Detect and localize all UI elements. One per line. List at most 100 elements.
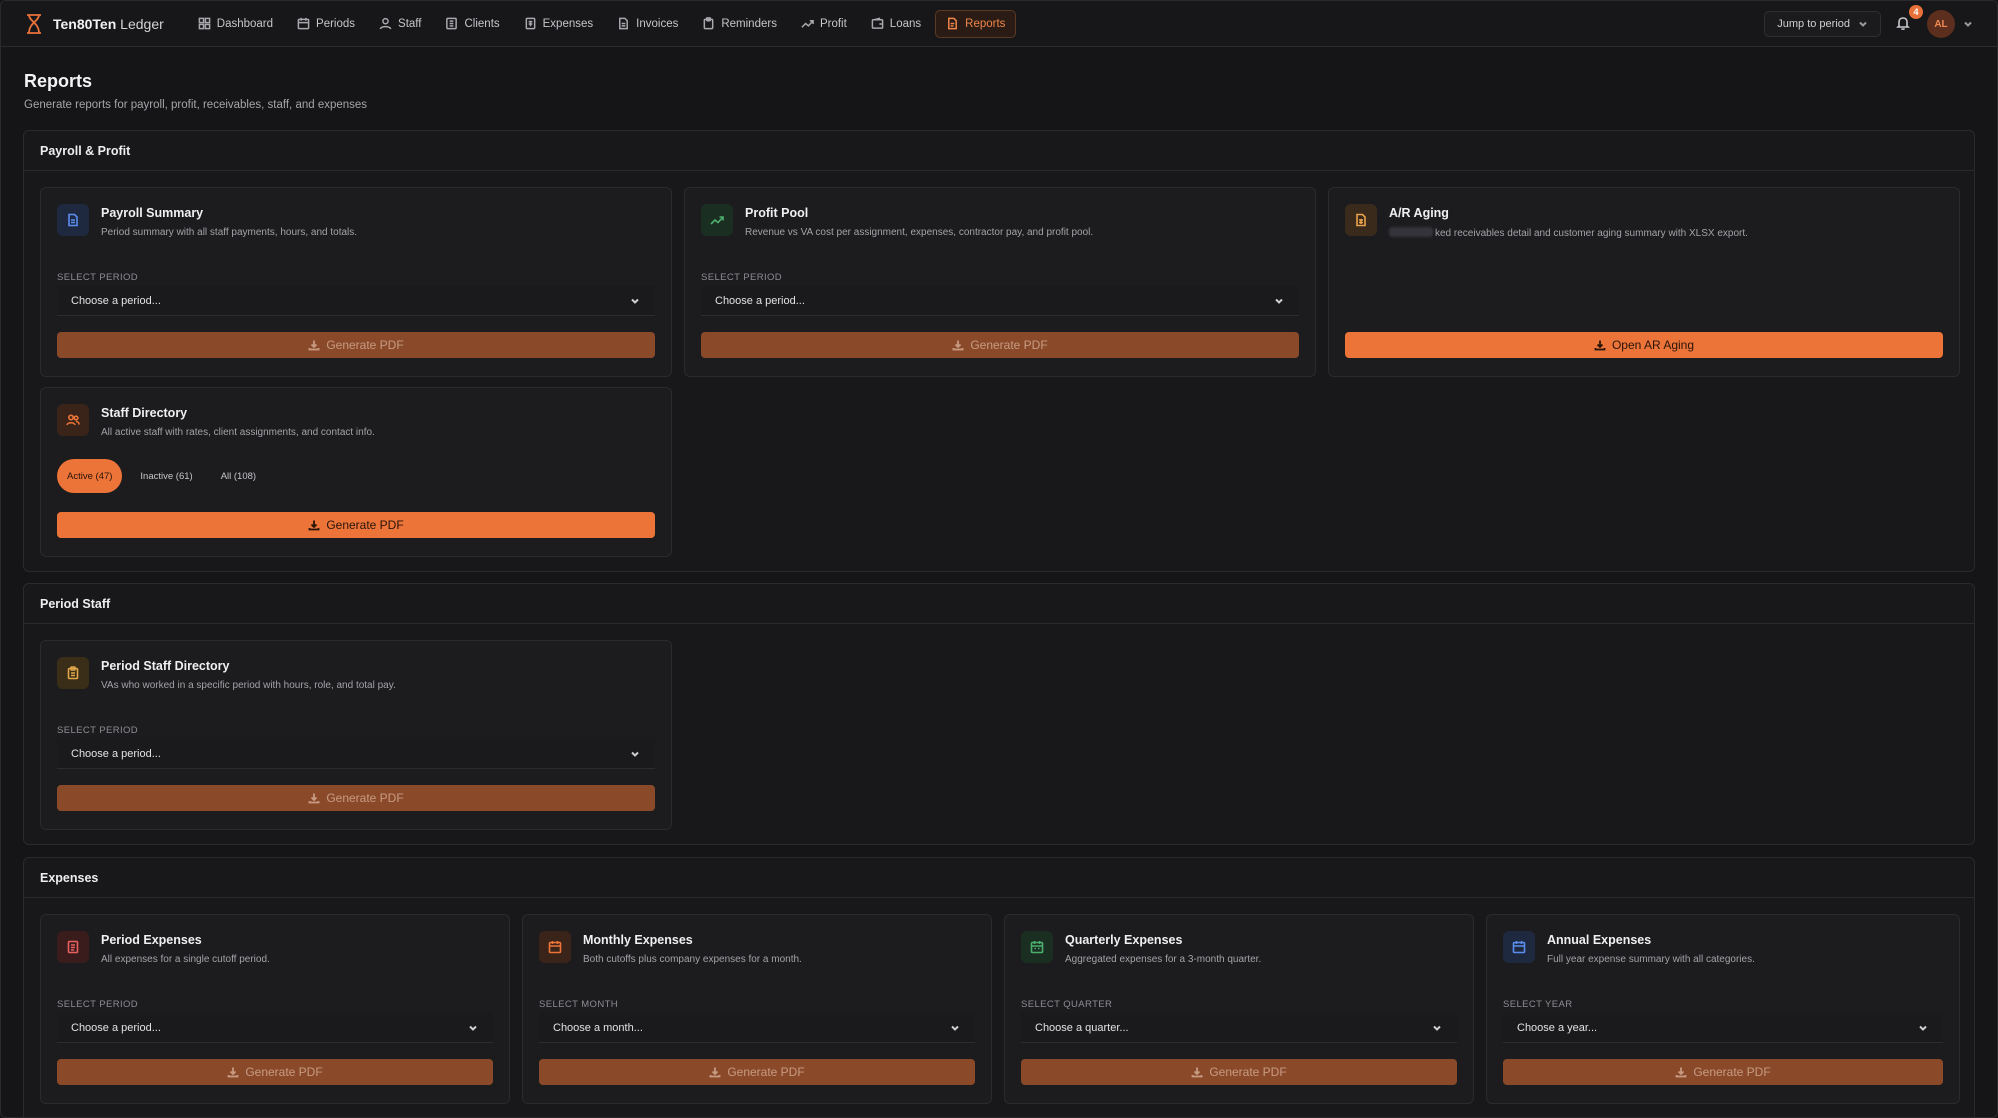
button-label: Generate PDF — [727, 1065, 805, 1079]
generate-pdf-button[interactable]: Generate PDF — [701, 332, 1299, 358]
period-select[interactable]: Choose a period... — [57, 286, 655, 316]
wallet-icon — [871, 17, 884, 29]
generate-pdf-button[interactable]: Generate PDF — [57, 332, 655, 358]
nav-label: Staff — [398, 17, 422, 30]
section-period-staff: Period Staff Period Staff Directory VAs … — [23, 583, 1975, 845]
user-menu[interactable]: AL — [1927, 10, 1973, 38]
button-label: Generate PDF — [326, 338, 404, 352]
generate-pdf-button[interactable]: Generate PDF — [539, 1059, 975, 1085]
calendar-icon — [297, 17, 310, 30]
card-icon-wrap — [1021, 931, 1053, 963]
card-description: Aggregated expenses for a 3-month quarte… — [1065, 954, 1262, 965]
nav-dashboard[interactable]: Dashboard — [188, 10, 283, 38]
field-label: SELECT PERIOD — [57, 999, 139, 1010]
clipboard-icon — [67, 666, 79, 680]
nav-staff[interactable]: Staff — [369, 10, 431, 38]
download-icon — [1594, 340, 1606, 351]
filter-all[interactable]: All (108) — [211, 459, 266, 493]
select-value: Choose a period... — [715, 294, 805, 307]
month-select[interactable]: Choose a month... — [539, 1013, 975, 1043]
card-payroll-summary: Payroll Summary Period summary with all … — [40, 187, 672, 377]
chevron-down-icon — [1964, 21, 1972, 27]
generate-pdf-button[interactable]: Generate PDF — [57, 785, 655, 811]
filter-active[interactable]: Active (47) — [57, 459, 123, 493]
nav-label: Periods — [316, 17, 356, 30]
nav-profit[interactable]: Profit — [791, 10, 857, 38]
quarter-select[interactable]: Choose a quarter... — [1021, 1013, 1457, 1043]
select-value: Choose a period... — [71, 747, 161, 760]
nav-label: Loans — [889, 17, 922, 30]
nav-label: Expenses — [542, 17, 594, 30]
nav-label: Clients — [464, 17, 500, 30]
generate-pdf-button[interactable]: Generate PDF — [57, 512, 655, 538]
card-description: Period summary with all staff payments, … — [101, 227, 358, 238]
section-title: Expenses — [24, 858, 1974, 898]
users-icon — [66, 414, 80, 426]
card-title: Staff Directory — [101, 406, 188, 420]
card-icon-wrap — [57, 657, 89, 689]
nav-expenses[interactable]: Expenses — [514, 10, 604, 38]
card-staff-directory: Staff Directory All active staff with ra… — [40, 387, 672, 557]
generate-pdf-button[interactable]: Generate PDF — [1503, 1059, 1943, 1085]
report-icon — [948, 17, 958, 30]
document-icon — [68, 213, 78, 227]
period-select[interactable]: Choose a period... — [701, 286, 1299, 316]
card-icon-wrap — [1503, 931, 1535, 963]
field-label: SELECT PERIOD — [57, 725, 139, 736]
chevron-down-icon — [631, 298, 639, 304]
nav-clients[interactable]: Clients — [435, 10, 509, 38]
button-label: Generate PDF — [245, 1065, 323, 1079]
chevron-down-icon — [1919, 1025, 1927, 1031]
card-title: A/R Aging — [1389, 206, 1449, 220]
card-description: All active staff with rates, client assi… — [101, 427, 375, 438]
section-expenses: Expenses Period Expenses All expenses fo… — [23, 857, 1975, 1117]
period-select[interactable]: Choose a period... — [57, 739, 655, 769]
field-label: SELECT PERIOD — [701, 272, 783, 283]
nav-invoices[interactable]: Invoices — [607, 10, 688, 38]
field-label: SELECT MONTH — [539, 999, 619, 1010]
trend-up-icon — [801, 19, 814, 28]
download-icon — [709, 1067, 721, 1078]
card-icon-wrap — [1345, 204, 1377, 236]
field-label: SELECT PERIOD — [57, 272, 139, 283]
card-annual-expenses: Annual Expenses Full year expense summar… — [1486, 914, 1960, 1104]
generate-pdf-button[interactable]: Generate PDF — [1021, 1059, 1457, 1085]
card-icon-wrap — [57, 931, 89, 963]
select-value: Choose a month... — [553, 1021, 643, 1034]
chevron-down-icon — [469, 1025, 477, 1031]
card-description: ked receivables detail and customer agin… — [1389, 227, 1748, 239]
dashboard-icon — [198, 17, 211, 30]
nav-reports[interactable]: Reports — [935, 9, 1017, 38]
period-select[interactable]: Choose a period... — [57, 1013, 493, 1043]
generate-pdf-button[interactable]: Generate PDF — [57, 1059, 493, 1085]
filter-inactive[interactable]: Inactive (61) — [130, 459, 202, 493]
receipt-icon — [67, 940, 79, 954]
year-select[interactable]: Choose a year... — [1503, 1013, 1943, 1043]
jump-to-period-dropdown[interactable]: Jump to period — [1764, 11, 1881, 37]
card-period-expenses: Period Expenses All expenses for a singl… — [40, 914, 510, 1104]
card-period-staff-directory: Period Staff Directory VAs who worked in… — [40, 640, 672, 830]
hourglass-logo-icon — [27, 13, 41, 34]
file-icon — [619, 17, 629, 30]
nav-periods[interactable]: Periods — [287, 10, 365, 38]
receipt-icon — [525, 17, 536, 30]
download-icon — [308, 520, 320, 531]
user-icon — [379, 17, 392, 30]
card-title: Profit Pool — [745, 206, 809, 220]
nav-label: Invoices — [636, 17, 679, 30]
redacted-text — [1389, 227, 1433, 237]
brand-name: Ten80Ten Ledger — [53, 15, 164, 32]
nav-reminders[interactable]: Reminders — [692, 10, 787, 38]
download-icon — [308, 793, 320, 804]
clipboard-icon — [703, 17, 714, 30]
notifications-button[interactable]: 4 — [1895, 5, 1923, 33]
top-navigation: Ten80Ten Ledger Dashboard Periods Staff … — [1, 1, 1997, 47]
nav-loans[interactable]: Loans — [861, 10, 931, 38]
download-icon — [1191, 1067, 1203, 1078]
chevron-down-icon — [1859, 21, 1867, 27]
card-icon-wrap — [57, 404, 89, 436]
select-value: Choose a quarter... — [1035, 1021, 1129, 1034]
open-ar-aging-button[interactable]: Open AR Aging — [1345, 332, 1943, 358]
download-icon — [227, 1067, 239, 1078]
brand[interactable]: Ten80Ten Ledger — [25, 13, 164, 34]
